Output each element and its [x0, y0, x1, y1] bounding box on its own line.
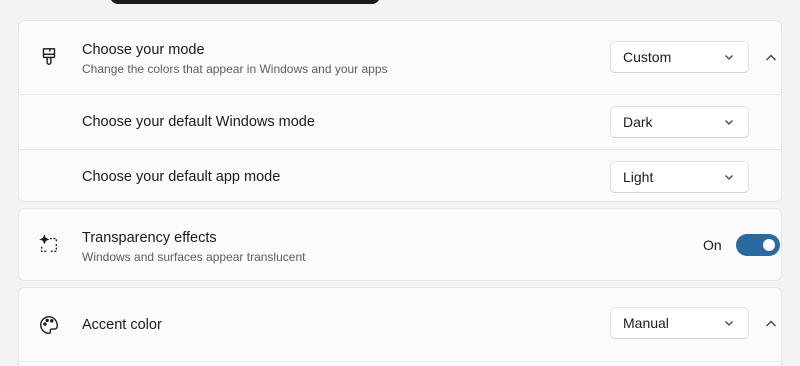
app-mode-dropdown[interactable]: Light	[610, 161, 749, 193]
windows-mode-dropdown[interactable]: Dark	[610, 106, 749, 138]
mode-header-row[interactable]: Choose your mode Change the colors that …	[19, 21, 781, 94]
accent-header-row[interactable]: Accent color Manual	[19, 288, 781, 361]
accent-dropdown[interactable]: Manual	[610, 307, 749, 339]
windows-mode-row: Choose your default Windows mode Dark	[19, 94, 781, 149]
mode-settings-card: Choose your mode Change the colors that …	[18, 20, 782, 202]
mode-title: Choose your mode	[82, 42, 205, 58]
mode-dropdown-value: Custom	[623, 49, 672, 65]
transparency-row: Transparency effects Windows and surface…	[19, 209, 781, 280]
toggle-knob	[763, 239, 775, 251]
transparency-toggle[interactable]	[736, 234, 780, 256]
top-edge-element	[110, 0, 380, 4]
transparency-text: Transparency effects Windows and surface…	[82, 230, 305, 264]
transparency-subtitle: Windows and surfaces appear translucent	[82, 250, 306, 264]
accent-card: Accent color Manual	[18, 287, 782, 366]
chevron-down-icon	[725, 321, 733, 326]
accent-text: Accent color	[82, 317, 162, 333]
app-mode-dropdown-value: Light	[623, 169, 654, 185]
mode-dropdown[interactable]: Custom	[610, 41, 749, 73]
accent-title: Accent color	[82, 317, 162, 333]
app-mode-label: Choose your default app mode	[82, 169, 281, 185]
transparency-sparkle-icon	[37, 232, 61, 256]
app-mode-row: Choose your default app mode Light	[19, 149, 781, 202]
mode-text: Choose your mode Change the colors that …	[82, 42, 388, 76]
transparency-title: Transparency effects	[82, 230, 217, 246]
windows-mode-label: Choose your default Windows mode	[82, 114, 315, 130]
accent-expander-chevron-up-icon[interactable]	[761, 314, 781, 334]
paintbrush-icon	[37, 45, 61, 69]
chevron-down-icon	[725, 55, 733, 60]
chevron-down-icon	[725, 175, 733, 180]
transparency-card: Transparency effects Windows and surface…	[18, 208, 782, 281]
chevron-down-icon	[725, 120, 733, 125]
mode-expander-chevron-up-icon[interactable]	[761, 48, 781, 68]
mode-subtitle: Change the colors that appear in Windows…	[82, 62, 388, 76]
windows-mode-dropdown-value: Dark	[623, 114, 653, 130]
accent-dropdown-value: Manual	[623, 315, 669, 331]
palette-icon	[37, 313, 61, 337]
accent-expanded-row	[19, 361, 781, 366]
transparency-state-label: On	[703, 237, 722, 253]
